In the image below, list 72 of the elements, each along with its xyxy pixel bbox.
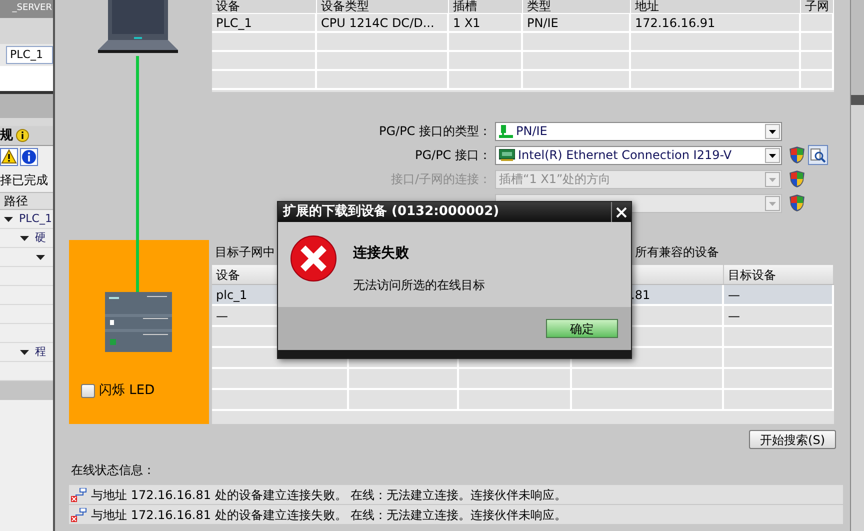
table-cell-text: plc_1 — [216, 286, 248, 304]
network-icon — [499, 124, 513, 138]
checkbox[interactable] — [81, 384, 95, 398]
dropdown-field[interactable]: PN/IE — [495, 122, 782, 140]
network-error-icon — [71, 488, 87, 502]
table-cell-text: .81 — [631, 286, 650, 304]
table-cell: PN/IE — [523, 14, 631, 31]
table-cell: 1 X1 — [449, 14, 523, 31]
target-subnet-label: 目标子网中 — [215, 244, 275, 261]
expand-arrow-icon[interactable] — [20, 234, 29, 242]
column-header: 目标设备 — [728, 266, 776, 284]
shield-icon — [789, 170, 805, 188]
dialog-message: 无法访问所选的在线目标 — [353, 277, 485, 294]
tree-row[interactable]: 硬 — [0, 229, 53, 248]
ok-button[interactable]: 确定 — [546, 319, 618, 338]
search-icon[interactable] — [808, 145, 828, 165]
show-devices-label: 所有兼容的设备 — [635, 244, 719, 261]
tree-row[interactable]: PLC_1 — [0, 210, 53, 229]
field-label: PG/PC 接口： — [414, 147, 491, 164]
shield-icon — [789, 194, 805, 212]
column-header: 类型 — [523, 0, 631, 13]
table-cell: PLC_1 — [212, 14, 317, 31]
tree-item[interactable]: 程 — [35, 344, 46, 360]
status-title: 在线状态信息： — [71, 462, 155, 479]
field-label: PG/PC 接口的类型： — [378, 123, 491, 140]
tree-item[interactable]: PLC_1 — [19, 210, 52, 228]
checkbox-label: 闪烁 LED — [99, 382, 155, 400]
dropdown-value: 插槽“1 X1”处的方向 — [499, 171, 612, 188]
network-card-icon — [499, 149, 515, 161]
laptop-drawing[interactable] — [98, 0, 178, 56]
expand-arrow-icon[interactable] — [4, 214, 13, 224]
tree-row[interactable] — [0, 248, 53, 267]
table-cell: 172.16.16.91 — [631, 14, 801, 31]
field-label: 接口/子网的连接： — [390, 171, 491, 188]
info-icon[interactable] — [20, 148, 38, 166]
tab[interactable]: 规 — [0, 126, 13, 146]
table-cell-text: — — [728, 286, 740, 304]
warning-icon[interactable] — [0, 148, 18, 166]
dropdown-value: Intel(R) Ethernet Connection I219-V — [518, 147, 733, 164]
column-header: 设备类型 — [317, 0, 449, 13]
table-cell-text: — — [216, 308, 228, 324]
column-header: 子网 — [801, 0, 834, 13]
dropdown-field[interactable]: Intel(R) Ethernet Connection I219-V — [495, 146, 782, 164]
panel-background — [0, 66, 53, 94]
shield-icon — [789, 146, 805, 164]
column-header: 路径 — [4, 193, 28, 210]
highlight-bar — [0, 381, 53, 400]
column-header: 地址 — [631, 0, 801, 13]
expand-arrow-icon[interactable] — [36, 252, 45, 262]
panel-header: _SERVER — [0, 0, 53, 18]
status-message: 与地址 172.16.16.81 处的设备建立连接失败。 在线：无法建立连接。连接伙伴未响应。 — [69, 505, 843, 524]
dialog-heading: 连接失败 — [353, 244, 410, 263]
dialog-title: 扩展的下载到设备 (0132:000002) — [282, 202, 500, 222]
device-panel[interactable]: 闪烁 LED — [69, 240, 209, 424]
tree-row[interactable]: 程 — [0, 343, 53, 362]
dropdown-value: PN/IE — [516, 123, 548, 140]
tree-item[interactable]: 硬 — [35, 230, 46, 246]
plc-drawing[interactable] — [105, 292, 172, 352]
close-icon — [616, 206, 627, 218]
table-cell: CPU 1214C DC/D... — [317, 14, 449, 31]
start-search-button[interactable]: 开始搜索(S) — [749, 430, 836, 449]
column-header: 插槽 — [449, 0, 523, 13]
info-icon — [16, 129, 29, 142]
column-header: 设备 — [212, 0, 317, 13]
column-header: 设备 — [216, 266, 240, 284]
network-error-icon — [71, 508, 87, 522]
expand-arrow-icon[interactable] — [20, 348, 29, 356]
table-cell-text: — — [728, 308, 740, 324]
status-text: 择已完成 — [0, 172, 48, 189]
name-field[interactable]: PLC_1 — [6, 46, 53, 64]
error-icon — [290, 235, 337, 282]
status-message: 与地址 172.16.16.81 处的设备建立连接失败。 在线：无法建立连接。连接伙伴未响应。 — [69, 485, 843, 504]
